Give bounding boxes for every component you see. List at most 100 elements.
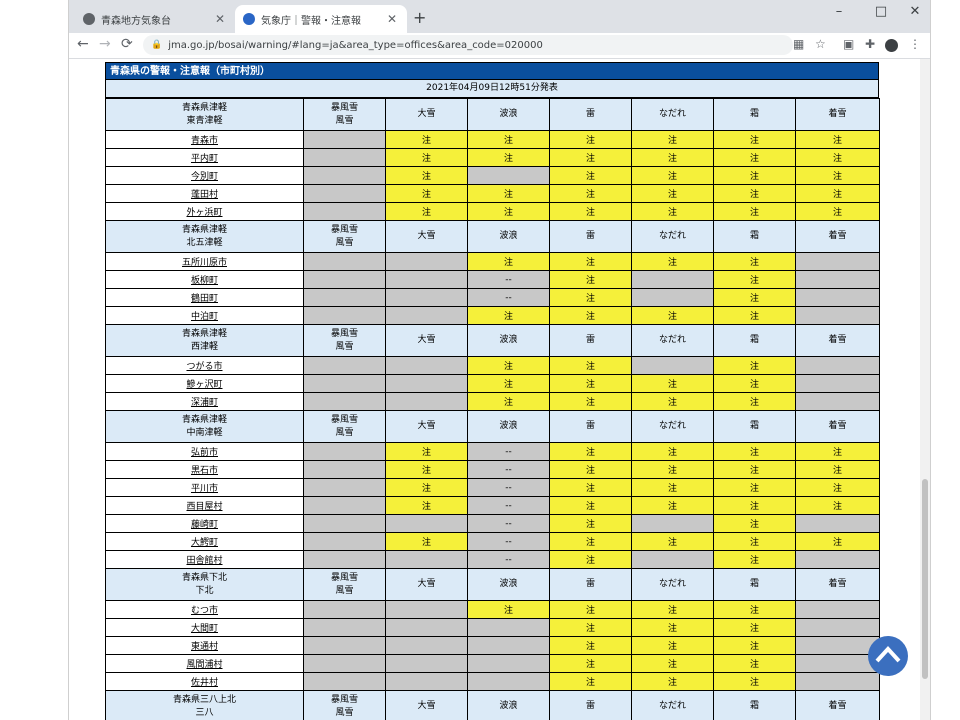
warning-cell: 注	[385, 130, 468, 149]
city-link[interactable]: 佐井村	[105, 672, 304, 691]
warning-cell: --	[467, 532, 550, 551]
star-icon[interactable]: ☆	[815, 37, 826, 51]
minimize-icon[interactable]: –	[829, 4, 849, 19]
warning-cell: 注	[631, 252, 714, 271]
tab-aomori-observatory[interactable]: 青森地方気象台 ✕	[75, 5, 235, 33]
warning-cell: 注	[385, 166, 468, 185]
warning-cell: 注	[713, 202, 796, 221]
warning-cell	[303, 148, 386, 167]
warning-cell: 注	[631, 600, 714, 619]
warning-cell	[631, 270, 714, 289]
warning-cell	[385, 618, 468, 637]
warning-cell	[795, 252, 880, 271]
city-link[interactable]: 平川市	[105, 478, 304, 497]
warning-cell	[385, 600, 468, 619]
warning-cell: 注	[631, 672, 714, 691]
city-link[interactable]: 蓬田村	[105, 184, 304, 203]
warning-cell: --	[467, 550, 550, 569]
warning-cell: 注	[549, 600, 632, 619]
city-link[interactable]: 弘前市	[105, 442, 304, 461]
warning-cell: 注	[795, 532, 880, 551]
tab-jma-warnings[interactable]: 気象庁｜警報・注意報 ✕	[235, 5, 407, 33]
scroll-top-button[interactable]	[868, 636, 908, 676]
city-link[interactable]: 大間町	[105, 618, 304, 637]
column-header: 霜	[713, 324, 796, 357]
warning-cell: 注	[467, 306, 550, 325]
city-link[interactable]: むつ市	[105, 600, 304, 619]
warning-cell: 注	[549, 618, 632, 637]
table-row: 蓬田村注注注注注注	[105, 184, 880, 203]
warning-cell	[467, 636, 550, 655]
city-link[interactable]: つがる市	[105, 356, 304, 375]
city-link[interactable]: 田舎館村	[105, 550, 304, 569]
warning-cell	[303, 654, 386, 673]
scrollbar[interactable]	[920, 59, 930, 720]
warning-cell: 注	[713, 288, 796, 307]
warning-cell: 注	[549, 442, 632, 461]
menu-icon[interactable]: ⋮	[909, 37, 921, 51]
new-tab-icon[interactable]: +	[413, 8, 426, 27]
city-link[interactable]: 平内町	[105, 148, 304, 167]
city-link[interactable]: 板柳町	[105, 270, 304, 289]
address-bar[interactable]: 🔒 jma.go.jp/bosai/warning/#lang=ja&area_…	[143, 35, 793, 55]
warning-cell	[303, 550, 386, 569]
warning-cell	[795, 672, 880, 691]
warning-cell: 注	[631, 478, 714, 497]
column-header: 霜	[713, 98, 796, 131]
column-header: 暴風雪 風雪	[303, 690, 386, 720]
warning-cell: 注	[467, 356, 550, 375]
close-icon[interactable]: ✕	[385, 12, 399, 26]
warning-cell	[303, 460, 386, 479]
puzzle-icon[interactable]: ✚	[865, 37, 875, 51]
warning-cell: 注	[385, 202, 468, 221]
city-link[interactable]: 鶴田町	[105, 288, 304, 307]
region-name: 青森県下北 下北	[105, 568, 304, 601]
city-link[interactable]: 今別町	[105, 166, 304, 185]
warning-cell: 注	[631, 130, 714, 149]
city-link[interactable]: 藤崎町	[105, 514, 304, 533]
city-link[interactable]: 黒石市	[105, 460, 304, 479]
column-header: 暴風雪 風雪	[303, 220, 386, 253]
back-icon[interactable]: ←	[77, 36, 89, 52]
table-row: 深浦町注注注注	[105, 392, 880, 411]
city-link[interactable]: 青森市	[105, 130, 304, 149]
city-link[interactable]: 鰺ヶ沢町	[105, 374, 304, 393]
close-icon[interactable]: ✕	[213, 12, 227, 26]
forward-icon[interactable]: →	[99, 36, 111, 52]
column-header: 雷	[549, 220, 632, 253]
profile-avatar[interactable]	[885, 39, 898, 52]
column-header: 霜	[713, 690, 796, 720]
maximize-icon[interactable]: □	[871, 4, 891, 19]
city-link[interactable]: 大鰐町	[105, 532, 304, 551]
table-row: 中泊町注注注注	[105, 306, 880, 325]
warning-cell: 注	[795, 496, 880, 515]
extension-a-icon[interactable]: ▣	[843, 37, 854, 51]
warning-cell	[385, 288, 468, 307]
warning-cell: 注	[631, 374, 714, 393]
warning-cell	[303, 442, 386, 461]
warning-cell	[795, 270, 880, 289]
warning-cell	[385, 270, 468, 289]
warning-cell	[303, 636, 386, 655]
reload-icon[interactable]: ⟳	[121, 36, 133, 52]
scrollbar-thumb[interactable]	[922, 479, 928, 679]
warning-cell: 注	[795, 202, 880, 221]
city-link[interactable]: 風間浦村	[105, 654, 304, 673]
column-header: 雷	[549, 568, 632, 601]
warning-cell	[467, 166, 550, 185]
warning-cell: 注	[549, 636, 632, 655]
city-link[interactable]: 外ヶ浜町	[105, 202, 304, 221]
close-window-icon[interactable]: ✕	[905, 4, 925, 19]
warning-cell: 注	[631, 442, 714, 461]
table-row: 田舎館村 -- 注注	[105, 550, 880, 569]
warning-cell: 注	[713, 392, 796, 411]
table-row: 黒石市注 -- 注注注注	[105, 460, 880, 479]
city-link[interactable]: 中泊町	[105, 306, 304, 325]
city-link[interactable]: 五所川原市	[105, 252, 304, 271]
qr-icon[interactable]: ▦	[793, 37, 804, 51]
city-link[interactable]: 東通村	[105, 636, 304, 655]
city-link[interactable]: 西目屋村	[105, 496, 304, 515]
column-header: なだれ	[631, 568, 714, 601]
city-link[interactable]: 深浦町	[105, 392, 304, 411]
tab-label: 気象庁｜警報・注意報	[261, 15, 361, 27]
